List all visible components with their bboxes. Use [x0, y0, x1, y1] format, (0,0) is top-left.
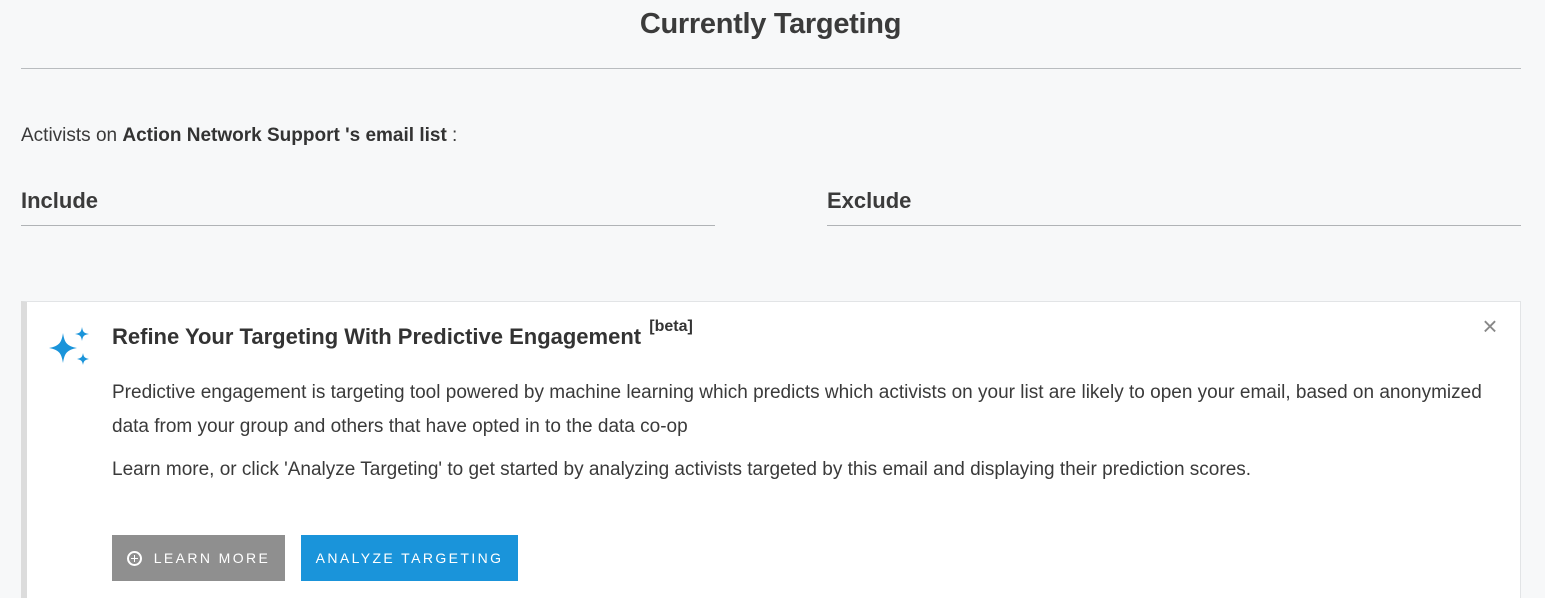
- title-divider: [21, 68, 1521, 69]
- callout-instructions: Learn more, or click 'Analyze Targeting'…: [112, 459, 1252, 480]
- audience-suffix: :: [446, 125, 458, 146]
- learn-more-label: Learn More: [153, 550, 271, 566]
- plus-circle-icon: [126, 550, 142, 566]
- callout-description: Predictive engagement is targeting tool …: [112, 382, 1482, 437]
- learn-more-button[interactable]: Learn More: [112, 535, 285, 581]
- page-title: Currently Targeting: [639, 8, 902, 40]
- audience-prefix: Activists on: [21, 125, 123, 146]
- targeting-panel: Currently Targeting Activists on Action …: [0, 0, 1545, 598]
- audience-list-name: Action Network Support 's email list: [122, 125, 447, 146]
- beta-badge: [beta]: [649, 318, 693, 335]
- exclude-divider: [827, 225, 1521, 226]
- sparkle-icon: [49, 327, 89, 365]
- include-heading: Include: [21, 188, 99, 213]
- close-icon[interactable]: ×: [1478, 313, 1502, 339]
- callout-title-text: Refine Your Targeting With Predictive En…: [112, 324, 642, 349]
- analyze-targeting-label: Analyze Targeting: [315, 550, 504, 566]
- include-divider: [21, 225, 715, 226]
- callout-title: Refine Your Targeting With Predictive En…: [112, 318, 693, 350]
- analyze-targeting-button[interactable]: Analyze Targeting: [301, 535, 518, 581]
- exclude-heading: Exclude: [827, 188, 912, 213]
- audience-summary: Activists on Action Network Support 's e…: [21, 125, 457, 147]
